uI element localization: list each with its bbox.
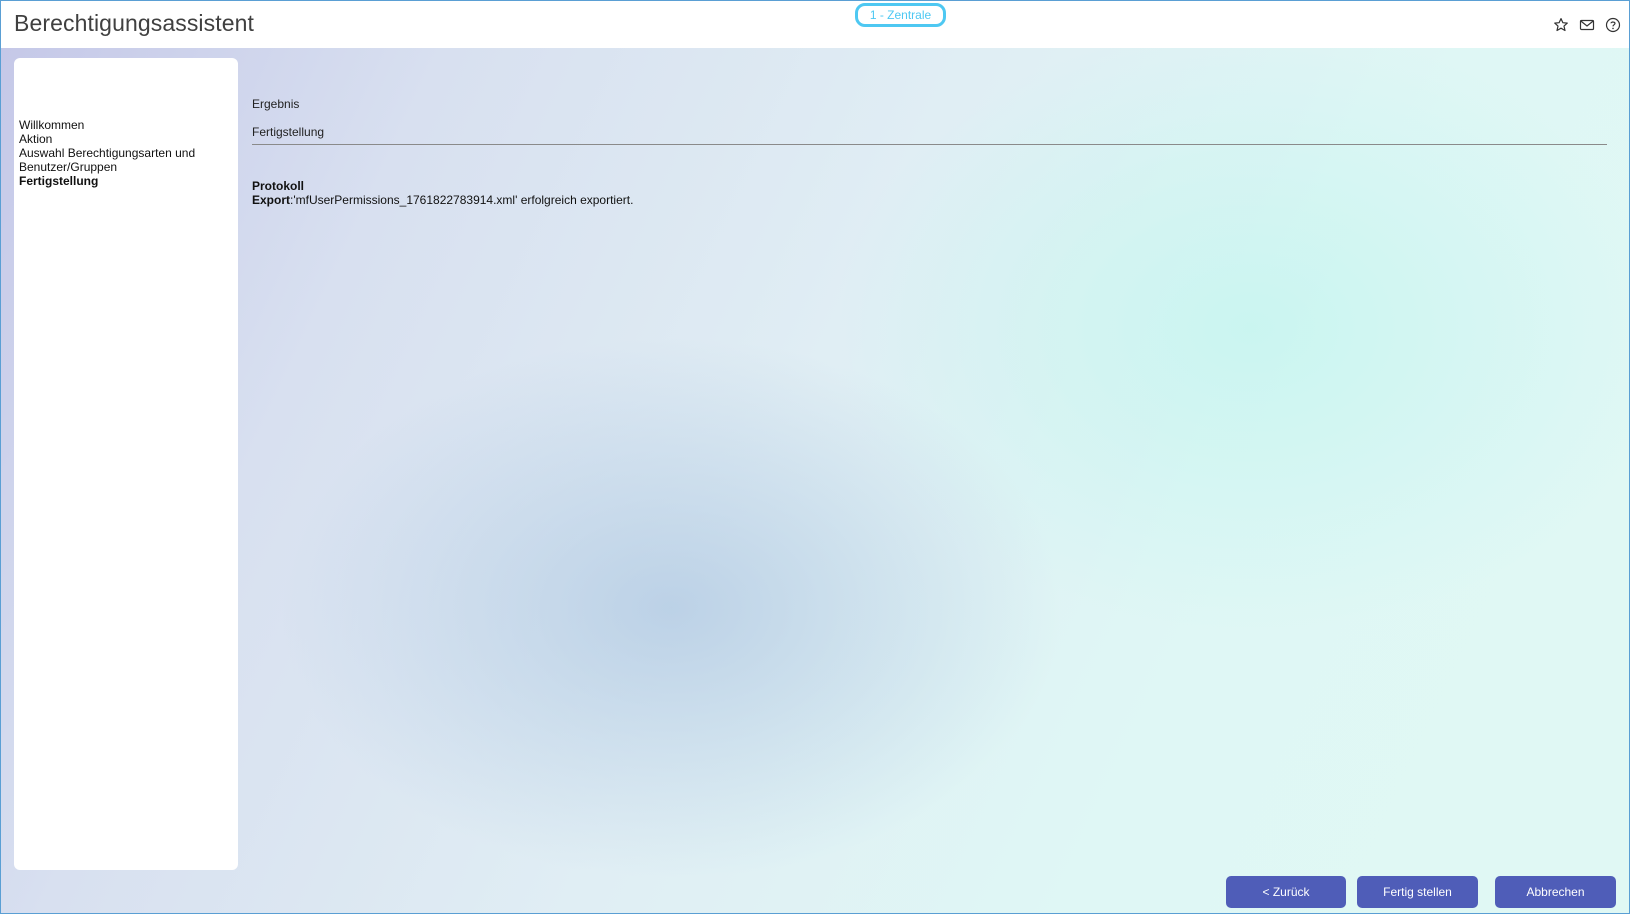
- wizard-step-willkommen: Willkommen: [19, 118, 85, 132]
- wizard-steps: Willkommen Aktion Auswahl Berechtigungsa…: [19, 118, 234, 188]
- finish-button[interactable]: Fertig stellen: [1357, 876, 1478, 908]
- section-heading: Ergebnis: [252, 97, 300, 111]
- log-title: Protokoll: [252, 179, 305, 193]
- mail-icon[interactable]: [1579, 17, 1595, 33]
- star-icon[interactable]: [1553, 17, 1569, 33]
- title-bar-icons: [1553, 17, 1621, 33]
- log-entry-label: Export: [252, 193, 291, 207]
- title-bar: Berechtigungsassistent 1 - Zentrale: [1, 1, 1629, 48]
- log-entry: Export:'mfUserPermissions_1761822783914.…: [252, 193, 633, 207]
- app-title: Berechtigungsassistent: [14, 10, 255, 36]
- log-entry-text: :'mfUserPermissions_1761822783914.xml' e…: [290, 193, 634, 207]
- wizard-step-auswahl: Auswahl Berechtigungsarten und Benutzer/…: [19, 146, 196, 174]
- app-window: Berechtigungsassistent 1 - Zentrale Will…: [0, 0, 1630, 914]
- divider: [252, 144, 1607, 145]
- wizard-step-fertigstellung: Fertigstellung: [19, 174, 99, 188]
- page-title: Fertigstellung: [252, 125, 325, 139]
- content-area: Willkommen Aktion Auswahl Berechtigungsa…: [1, 48, 1629, 913]
- back-button[interactable]: < Zurück: [1226, 876, 1346, 908]
- wizard-sidebar: Willkommen Aktion Auswahl Berechtigungsa…: [14, 58, 238, 870]
- branch-badge[interactable]: 1 - Zentrale: [855, 3, 946, 27]
- wizard-step-aktion: Aktion: [19, 132, 53, 146]
- cancel-button[interactable]: Abbrechen: [1495, 876, 1616, 908]
- help-icon[interactable]: [1605, 17, 1621, 33]
